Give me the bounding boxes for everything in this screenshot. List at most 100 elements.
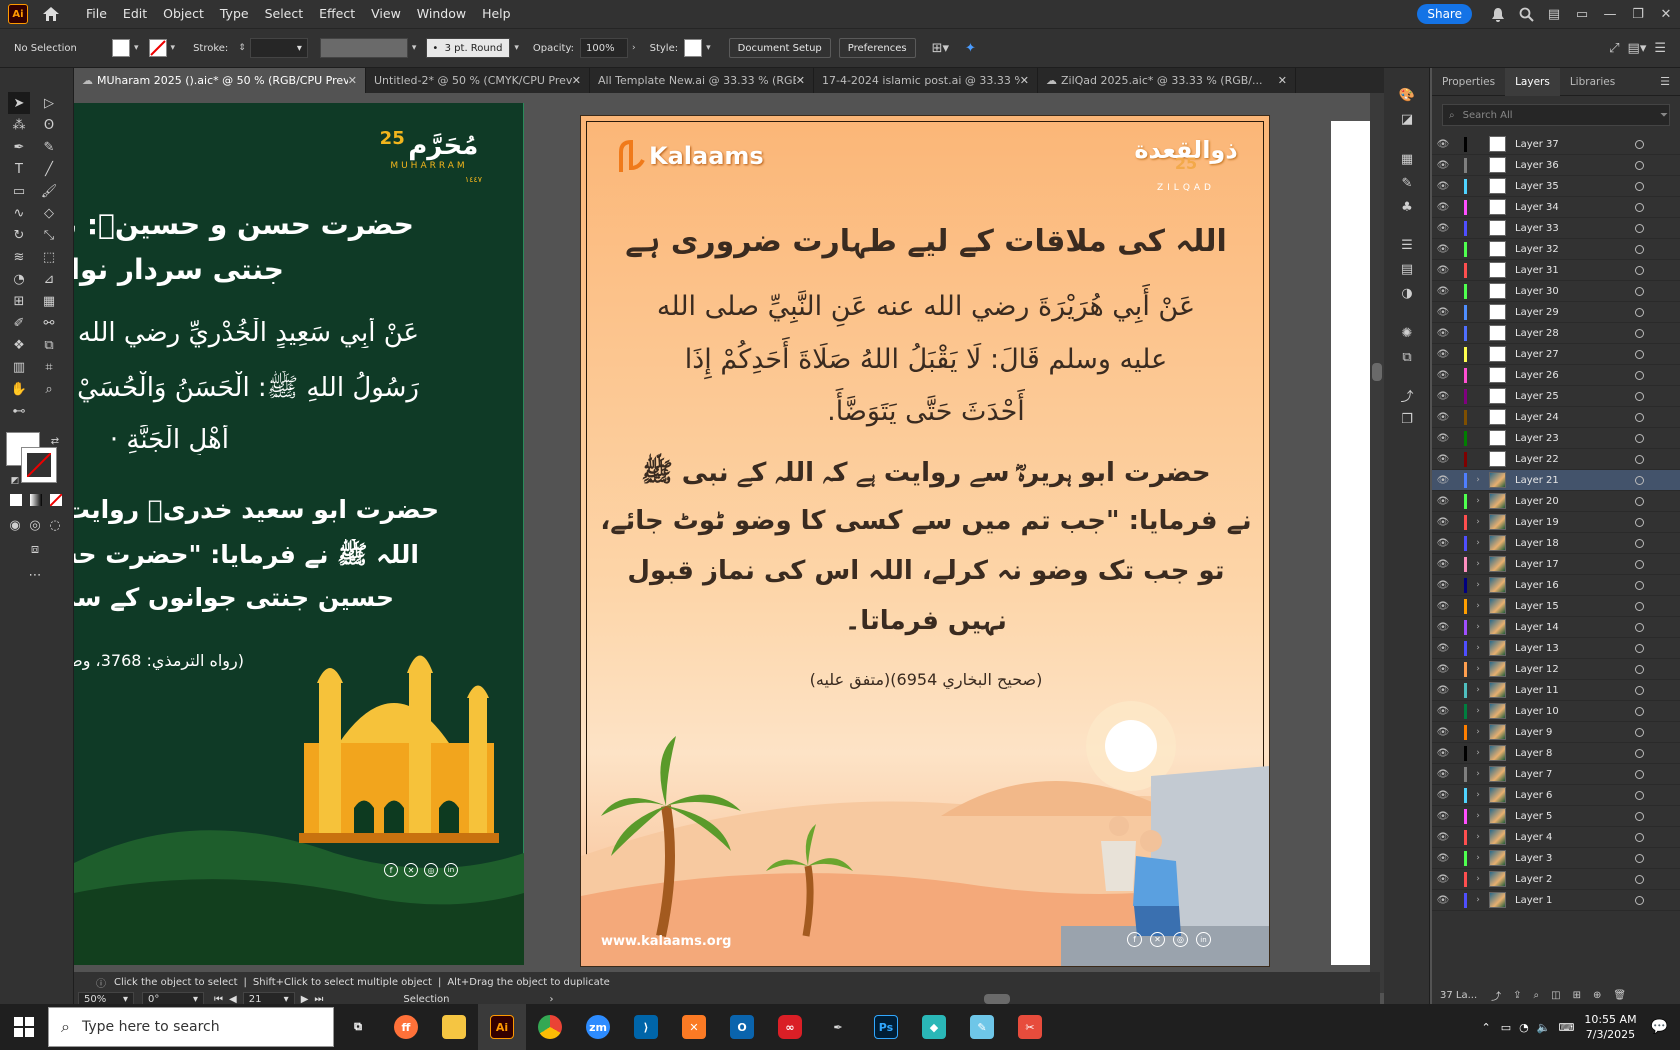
visibility-eye-icon[interactable]: 👁: [1432, 601, 1454, 612]
layer-name[interactable]: Layer 23: [1515, 433, 1605, 444]
layer-row[interactable]: 👁 › Layer 2: [1432, 869, 1680, 890]
task-view-icon[interactable]: ⧉: [334, 1004, 382, 1050]
layer-name[interactable]: Layer 3: [1515, 853, 1605, 864]
close-tab-icon[interactable]: ✕: [572, 74, 581, 87]
visibility-eye-icon[interactable]: 👁: [1432, 727, 1454, 738]
artboard-muharram[interactable]: مُحَرَّم 25 MUHARRAM ١٤٤٧ حضرت حسن و حسی…: [74, 103, 524, 965]
target-circle-icon[interactable]: [1635, 181, 1644, 191]
visibility-eye-icon[interactable]: 👁: [1432, 895, 1454, 906]
layer-row[interactable]: 👁 › Layer 15: [1432, 596, 1680, 617]
layer-row[interactable]: 👁 Layer 32: [1432, 239, 1680, 260]
gradient-mode-icon[interactable]: [30, 494, 42, 506]
menu-item-effect[interactable]: Effect: [311, 0, 363, 28]
appearance-panel-icon[interactable]: ◪: [1396, 108, 1418, 130]
visibility-eye-icon[interactable]: 👁: [1432, 538, 1454, 549]
expand-chevron-icon[interactable]: ›: [1471, 853, 1485, 863]
swap-colors-icon[interactable]: ⇄: [44, 430, 66, 452]
gradient-panel-icon[interactable]: ▤: [1396, 258, 1418, 280]
chevron-down-icon[interactable]: ▾: [134, 43, 139, 53]
delete-layer-icon[interactable]: 🗑: [1613, 990, 1626, 1001]
chevron-right-icon[interactable]: ›: [632, 43, 636, 53]
visibility-eye-icon[interactable]: 👁: [1432, 265, 1454, 276]
target-circle-icon[interactable]: [1635, 832, 1644, 842]
menu-icon[interactable]: ☰: [1654, 41, 1666, 56]
visibility-eye-icon[interactable]: 👁: [1432, 391, 1454, 402]
language-icon[interactable]: ⌨: [1558, 1021, 1574, 1034]
symbol-sprayer-tool-icon[interactable]: ❖: [8, 334, 30, 356]
minimize-icon[interactable]: —: [1596, 0, 1624, 28]
expand-chevron-icon[interactable]: ›: [1471, 769, 1485, 779]
brushes-panel-icon[interactable]: ✎: [1396, 172, 1418, 194]
panel-tab-properties[interactable]: Properties: [1432, 68, 1505, 96]
visibility-eye-icon[interactable]: 👁: [1432, 811, 1454, 822]
variable-width-profile[interactable]: [319, 38, 408, 58]
blend-tool-icon[interactable]: ⚯: [38, 312, 60, 334]
firefox-icon[interactable]: ff: [382, 1004, 430, 1050]
layer-row[interactable]: 👁 › Layer 14: [1432, 617, 1680, 638]
target-circle-icon[interactable]: [1635, 454, 1644, 464]
layer-row[interactable]: 👁 › Layer 20: [1432, 491, 1680, 512]
target-circle-icon[interactable]: [1635, 643, 1644, 653]
network-icon[interactable]: ◔: [1519, 1021, 1529, 1034]
layer-name[interactable]: Layer 26: [1515, 370, 1605, 381]
menu-item-type[interactable]: Type: [212, 0, 257, 28]
layer-name[interactable]: Layer 7: [1515, 769, 1605, 780]
visibility-eye-icon[interactable]: 👁: [1432, 328, 1454, 339]
layer-name[interactable]: Layer 13: [1515, 643, 1605, 654]
speaker-icon[interactable]: 🔈: [1537, 1021, 1551, 1034]
workspace-icon[interactable]: ▭: [1568, 0, 1596, 28]
zoom-tool-icon[interactable]: ⌕: [38, 378, 60, 400]
visibility-eye-icon[interactable]: 👁: [1432, 349, 1454, 360]
layer-name[interactable]: Layer 12: [1515, 664, 1605, 675]
target-circle-icon[interactable]: [1635, 223, 1644, 233]
more-tools-icon[interactable]: ⋯: [24, 564, 46, 586]
outlook-icon[interactable]: O: [718, 1004, 766, 1050]
layer-name[interactable]: Layer 21: [1515, 475, 1605, 486]
target-circle-icon[interactable]: [1635, 349, 1644, 359]
layer-name[interactable]: Layer 30: [1515, 286, 1605, 297]
visibility-eye-icon[interactable]: 👁: [1432, 559, 1454, 570]
layer-name[interactable]: Layer 11: [1515, 685, 1605, 696]
layer-name[interactable]: Layer 17: [1515, 559, 1605, 570]
horizontal-scroll-thumb[interactable]: [983, 994, 1010, 1004]
layer-name[interactable]: Layer 1: [1515, 895, 1605, 906]
previous-artboard-icon[interactable]: ◀: [229, 994, 237, 1005]
collect-export-icon[interactable]: ⇪: [1513, 990, 1521, 1001]
layer-row[interactable]: 👁 › Layer 10: [1432, 701, 1680, 722]
target-circle-icon[interactable]: [1635, 790, 1644, 800]
target-circle-icon[interactable]: [1635, 748, 1644, 758]
layer-row[interactable]: 👁 › Layer 18: [1432, 533, 1680, 554]
export-icon[interactable]: ⤴: [1491, 988, 1501, 1003]
target-circle-icon[interactable]: [1635, 769, 1644, 779]
document-tab[interactable]: Untitled-2* @ 50 % (CMYK/CPU Previ... ✕: [366, 68, 590, 93]
visibility-eye-icon[interactable]: 👁: [1432, 370, 1454, 381]
scale-tool-icon[interactable]: ⤡: [38, 224, 60, 246]
target-circle-icon[interactable]: [1635, 391, 1644, 401]
visibility-eye-icon[interactable]: 👁: [1432, 160, 1454, 171]
layer-name[interactable]: Layer 29: [1515, 307, 1605, 318]
layer-row[interactable]: 👁 › Layer 8: [1432, 743, 1680, 764]
target-circle-icon[interactable]: [1635, 202, 1644, 212]
layer-row[interactable]: 👁 › Layer 13: [1432, 638, 1680, 659]
target-circle-icon[interactable]: [1635, 685, 1644, 695]
xampp-icon[interactable]: ✕: [670, 1004, 718, 1050]
layer-name[interactable]: Layer 10: [1515, 706, 1605, 717]
layer-row[interactable]: 👁 Layer 23: [1432, 428, 1680, 449]
layer-name[interactable]: Layer 14: [1515, 622, 1605, 633]
eraser-tool-icon[interactable]: ◇: [38, 202, 60, 224]
stroke-color-swatch[interactable]: [21, 447, 57, 483]
target-circle-icon[interactable]: [1635, 412, 1644, 422]
target-circle-icon[interactable]: [1635, 328, 1644, 338]
chevron-up-icon[interactable]: ⌃: [1482, 1021, 1491, 1034]
links-panel-icon[interactable]: ⧉: [1396, 346, 1418, 368]
layer-row[interactable]: 👁 › Layer 3: [1432, 848, 1680, 869]
file-explorer-icon[interactable]: [430, 1004, 478, 1050]
target-circle-icon[interactable]: [1635, 286, 1644, 296]
layer-name[interactable]: Layer 9: [1515, 727, 1605, 738]
layer-name[interactable]: Layer 25: [1515, 391, 1605, 402]
creative-cloud-icon[interactable]: ∞: [766, 1004, 814, 1050]
visibility-eye-icon[interactable]: 👁: [1432, 706, 1454, 717]
chevron-down-icon[interactable]: ▾: [706, 43, 711, 53]
magic-wand-tool-icon[interactable]: ⁂: [8, 114, 30, 136]
lasso-tool-icon[interactable]: ʘ: [38, 114, 60, 136]
